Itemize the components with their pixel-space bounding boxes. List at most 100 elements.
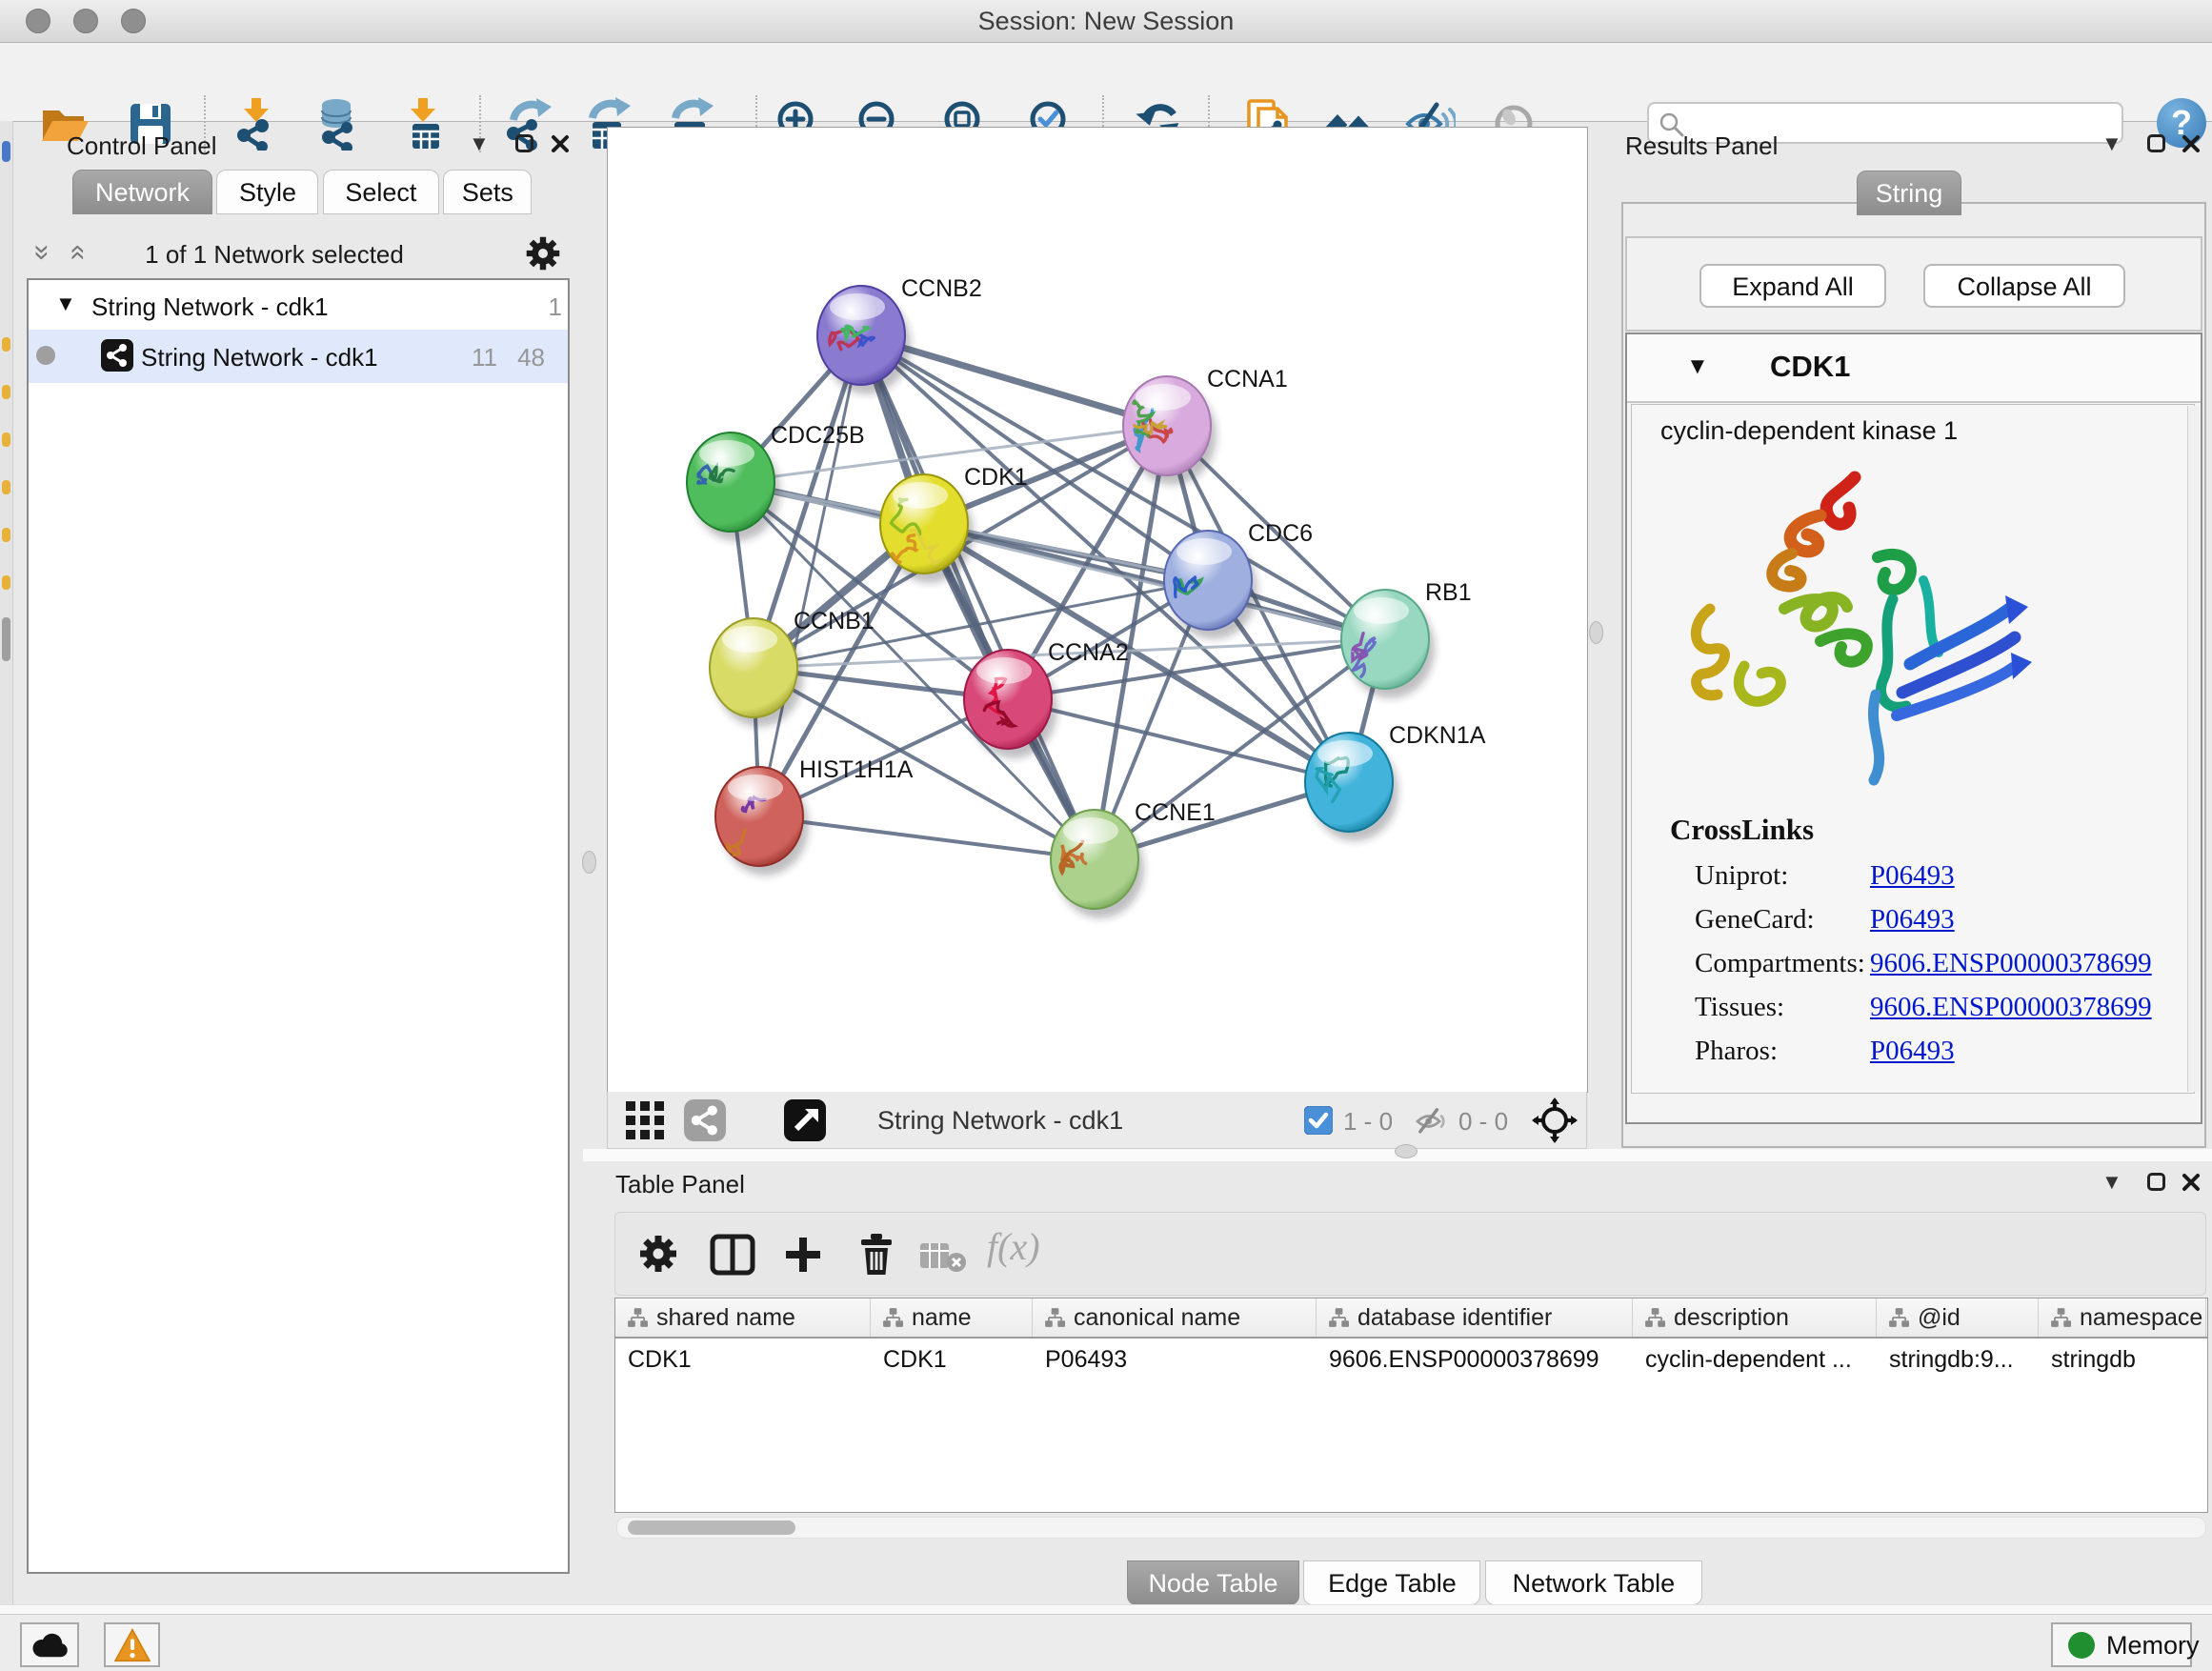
table-tabs: Node Table Edge Table Network Table — [1127, 1560, 1702, 1605]
crosslink-value-link[interactable]: 9606.ENSP00000378699 — [1870, 948, 2152, 979]
network-edge-CCNB2-HIST1H1A[interactable] — [759, 335, 861, 816]
network-row-selected[interactable]: String Network - cdk1 11 48 — [29, 330, 568, 383]
results-panel-float-icon[interactable] — [2147, 134, 2165, 152]
results-panel-menu-icon[interactable]: ▼ — [2101, 131, 2122, 156]
table-cell[interactable]: CDK1 — [615, 1346, 871, 1374]
control-panel-close-icon[interactable] — [551, 134, 570, 153]
network-node-label: CCNB2 — [901, 275, 982, 302]
table-cell[interactable]: stringdb — [2039, 1346, 2206, 1374]
import-table-file-icon[interactable] — [397, 97, 451, 151]
results-panel-close-icon[interactable] — [2182, 134, 2201, 153]
column-header-namespace[interactable]: namespace — [2039, 1299, 2206, 1337]
tab-string[interactable]: String — [1857, 171, 1961, 215]
section-expander-icon[interactable]: ▼ — [1686, 353, 1709, 380]
crosslink-label: GeneCard: — [1695, 904, 1815, 936]
network-node-CDKN1A[interactable]: CDKN1A — [1305, 722, 1486, 841]
network-node-CCNE1[interactable]: CCNE1 — [1051, 799, 1216, 918]
tab-select[interactable]: Select — [323, 170, 439, 214]
network-node-CCNA1[interactable]: CCNA1 — [1123, 366, 1288, 485]
network-canvas[interactable]: CCNB2 CCNA1 CDC25BCDK1 CDC6 RB1 CCNB1 CCNA2 CDK… — [607, 127, 1588, 1093]
protein-structure-image — [1678, 466, 2040, 801]
table-panel-close-icon[interactable] — [2182, 1173, 2201, 1192]
table-cell[interactable]: cyclin-dependent ... — [1633, 1346, 1877, 1374]
grid-mode-icon[interactable] — [624, 1099, 666, 1141]
network-mode-icon[interactable] — [684, 1099, 726, 1141]
left-splitter-knob[interactable] — [582, 851, 596, 874]
table-cell[interactable]: CDK1 — [871, 1346, 1033, 1374]
network-edge-HIST1H1A-CCNE1[interactable] — [759, 816, 1095, 859]
network-collection-row[interactable]: ▼ String Network - cdk1 1 — [29, 280, 568, 330]
network-node-CDC25B[interactable]: CDC25B — [687, 422, 865, 541]
network-options-gear-icon[interactable] — [524, 234, 562, 272]
column-header-database-identifier[interactable]: database identifier — [1317, 1299, 1633, 1337]
import-network-database-icon[interactable] — [312, 97, 365, 151]
control-panel-title: Control Panel — [67, 131, 217, 161]
network-node-CDK1[interactable]: CDK1 — [880, 464, 1028, 583]
table-cell[interactable]: stringdb:9... — [1877, 1346, 2039, 1374]
network-edge-count: 48 — [507, 343, 545, 372]
network-node-RB1[interactable]: RB1 — [1341, 579, 1472, 698]
crosslink-value-link[interactable]: P06493 — [1870, 860, 1955, 892]
hidden-eye-icon[interactable] — [1414, 1103, 1450, 1139]
tab-network[interactable]: Network — [72, 170, 212, 214]
table-cell[interactable]: P06493 — [1033, 1346, 1317, 1374]
delete-column-trash-icon[interactable] — [855, 1232, 897, 1278]
tab-style[interactable]: Style — [216, 170, 318, 214]
network-node-CCNA2[interactable]: CCNA2 — [964, 639, 1129, 758]
table-cell[interactable]: 9606.ENSP00000378699 — [1317, 1346, 1633, 1374]
network-view-title: String Network - cdk1 — [877, 1106, 1123, 1136]
birdseye-toggle-icon[interactable] — [784, 1099, 826, 1141]
network-node-label: RB1 — [1425, 579, 1472, 606]
expand-all-button[interactable]: Expand All — [1699, 264, 1886, 308]
table-toolbar: f(x) — [614, 1212, 2206, 1296]
network-current-dot — [36, 346, 55, 365]
cloud-icon — [30, 1630, 70, 1659]
right-splitter-knob[interactable] — [1589, 621, 1603, 644]
column-header-shared-name[interactable]: shared name — [615, 1299, 871, 1337]
crosslink-value-link[interactable]: P06493 — [1870, 904, 1955, 936]
bottom-splitter-knob[interactable] — [1395, 1144, 1418, 1158]
network-node-CCNB2[interactable]: CCNB2 — [817, 275, 982, 394]
tab-node-table[interactable]: Node Table — [1127, 1560, 1299, 1605]
network-node-label: HIST1H1A — [799, 756, 914, 783]
network-node-CDC6[interactable]: CDC6 — [1164, 520, 1313, 639]
add-column-icon[interactable] — [784, 1236, 822, 1274]
column-header-name[interactable]: name — [871, 1299, 1033, 1337]
cloud-button[interactable] — [20, 1622, 79, 1667]
column-header-description[interactable]: description — [1633, 1299, 1877, 1337]
selected-checkbox-icon[interactable] — [1304, 1106, 1333, 1135]
collapse-all-button[interactable]: Collapse All — [1923, 264, 2125, 308]
collection-count: 1 — [524, 292, 562, 322]
tab-sets[interactable]: Sets — [443, 170, 532, 214]
network-node-CCNB1[interactable]: CCNB1 — [710, 608, 875, 727]
column-type-icon — [1044, 1307, 1065, 1328]
table-gear-icon[interactable] — [637, 1233, 679, 1275]
column-header--id[interactable]: @id — [1877, 1299, 2039, 1337]
protein-description: cyclin-dependent kinase 1 — [1660, 416, 1958, 446]
crosslink-row: Compartments:9606.ENSP00000378699 — [1632, 948, 2196, 992]
column-header-canonical-name[interactable]: canonical name — [1033, 1299, 1317, 1337]
memory-button[interactable]: Memory — [2051, 1622, 2192, 1667]
column-type-icon — [1644, 1307, 1665, 1328]
crosslink-value-link[interactable]: 9606.ENSP00000378699 — [1870, 992, 2152, 1023]
node-table: shared namenamecanonical namedatabase id… — [614, 1298, 2208, 1513]
table-panel-float-icon[interactable] — [2147, 1173, 2165, 1191]
table-hscrollbar-track[interactable] — [616, 1517, 2206, 1539]
table-row[interactable]: CDK1CDK1P064939606.ENSP00000378699cyclin… — [615, 1339, 2207, 1380]
show-columns-icon[interactable] — [710, 1234, 755, 1276]
collection-expander-icon[interactable]: ▼ — [55, 292, 76, 316]
tab-edge-table[interactable]: Edge Table — [1303, 1560, 1480, 1605]
table-hscrollbar-thumb[interactable] — [628, 1520, 795, 1535]
table-panel-menu-icon[interactable]: ▼ — [2101, 1170, 2122, 1195]
control-panel-menu-icon[interactable]: ▼ — [469, 131, 490, 156]
import-network-file-icon[interactable] — [231, 97, 284, 151]
hidden-count: 0 - 0 — [1458, 1107, 1508, 1137]
warning-button[interactable] — [104, 1622, 160, 1667]
results-section-header[interactable]: ▼ CDK1 — [1627, 334, 2201, 403]
tab-network-table[interactable]: Network Table — [1485, 1560, 1702, 1605]
crosslink-value-link[interactable]: P06493 — [1870, 1036, 1955, 1067]
network-node-HIST1H1A[interactable]: HIST1H1A — [715, 756, 914, 876]
pan-crosshair-icon[interactable] — [1532, 1097, 1578, 1143]
control-panel-float-icon[interactable] — [515, 134, 533, 152]
results-scrollbar[interactable] — [2187, 406, 2200, 1092]
